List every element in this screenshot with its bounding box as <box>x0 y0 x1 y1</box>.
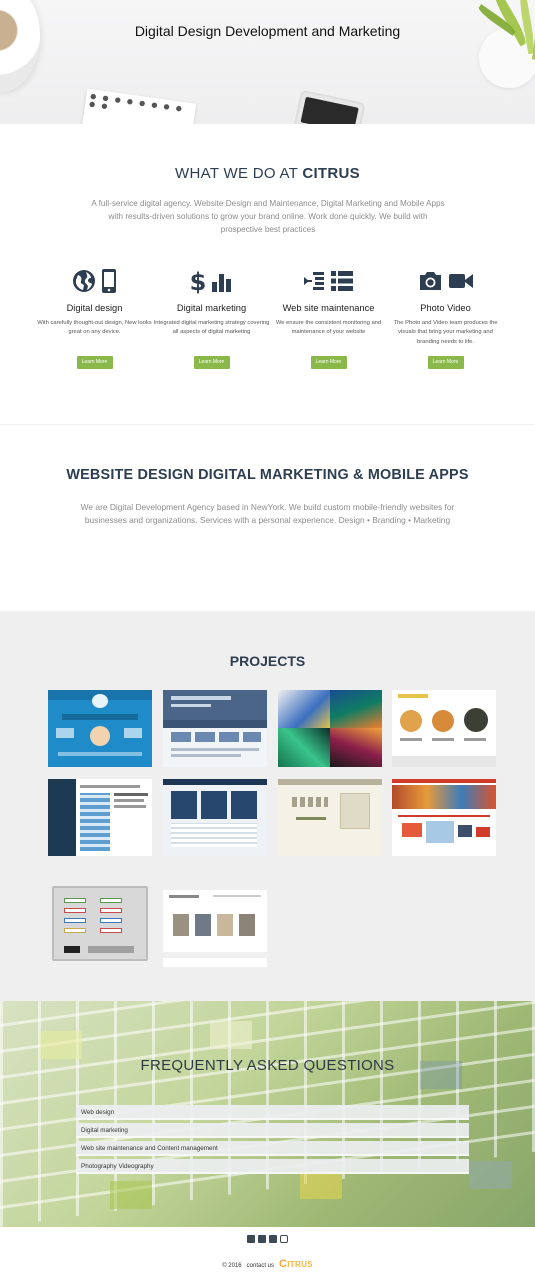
what-we-do-heading: WHAT WE DO AT CITRUS <box>175 165 360 182</box>
mobile-icon <box>102 269 116 293</box>
indent-icon <box>304 272 324 290</box>
service-description: We ensure the consistent monitoring and … <box>275 320 382 336</box>
service-description: The Photo and Video team produces the vi… <box>393 320 498 345</box>
video-icon <box>448 274 473 288</box>
learn-more-button[interactable]: Learn More <box>310 356 347 369</box>
project-thumbnail[interactable] <box>52 886 148 961</box>
learn-more-button[interactable]: Learn More <box>427 356 464 369</box>
faq-item[interactable]: Web site maintenance and Content managem… <box>76 1141 469 1156</box>
project-thumbnail[interactable] <box>48 779 152 856</box>
service-name: Photo Video <box>420 303 471 313</box>
globe-icon <box>73 270 95 292</box>
projects-heading: PROJECTS <box>229 653 306 669</box>
website-design-text: We are Digital Development Agency based … <box>80 502 455 525</box>
project-thumbnail[interactable] <box>392 690 496 767</box>
camera-icon <box>419 272 441 290</box>
social-links <box>0 1235 535 1243</box>
coffee-cup-image <box>0 0 40 92</box>
contact-us-link[interactable]: contact us <box>247 1263 274 1269</box>
project-thumbnail[interactable] <box>278 779 382 856</box>
copyright-text: © 2016 <box>222 1263 242 1269</box>
service-description: Integrated digital marketing strategy co… <box>153 320 270 336</box>
hero-title: Digital Design Development and Marketing <box>134 23 401 39</box>
project-thumbnail[interactable] <box>278 690 382 767</box>
faq-heading: FREQUENTLY ASKED QUESTIONS <box>140 1057 395 1074</box>
faq-item[interactable]: Digital marketing <box>76 1123 469 1138</box>
project-thumbnail[interactable] <box>392 779 496 856</box>
bar-chart-icon <box>212 274 231 292</box>
facebook-icon[interactable] <box>258 1235 266 1243</box>
what-we-do-intro: A full-service digital agency. Website D… <box>91 199 445 234</box>
list-icon <box>331 271 353 291</box>
plant-image <box>455 0 535 88</box>
svg-text:$: $ <box>190 268 206 294</box>
faq-item[interactable]: Photography Videography <box>76 1159 469 1174</box>
pinterest-icon[interactable] <box>269 1235 277 1243</box>
brand-name: CITRUS <box>302 165 360 182</box>
service-photo-video: Photo Video The Photo and Video team pro… <box>387 268 504 369</box>
website-design-section: WEBSITE DESIGN DIGITAL MARKETING & MOBIL… <box>0 425 535 611</box>
service-web-maintenance: Web site maintenance We ensure the consi… <box>270 268 387 369</box>
phone-image <box>292 89 366 124</box>
services-row: Digital design With carefully thought-ou… <box>36 268 504 369</box>
service-digital-marketing: $ Digital marketing Integrated digital m… <box>153 268 270 369</box>
service-description: With carefully thought-out design, New l… <box>37 320 152 336</box>
service-digital-design: Digital design With carefully thought-ou… <box>36 268 153 369</box>
faq-section: FREQUENTLY ASKED QUESTIONS Web design Di… <box>0 1001 535 1227</box>
project-thumbnail[interactable] <box>163 890 267 967</box>
project-thumbnail[interactable] <box>163 779 267 856</box>
footer-copyright-line: © 2016 contact us CITRUS <box>0 1258 535 1270</box>
learn-more-button[interactable]: Learn More <box>193 356 230 369</box>
service-name: Digital design <box>66 303 123 313</box>
faq-item[interactable]: Web design <box>76 1105 469 1120</box>
service-name: Digital marketing <box>176 303 247 313</box>
projects-section: PROJECTS <box>0 611 535 1001</box>
instagram-icon[interactable] <box>280 1235 288 1243</box>
notebook-image: ● ● ● ● ● ● ● ● ● ● <box>81 88 197 124</box>
citrus-logo[interactable]: CITRUS <box>279 1258 313 1270</box>
project-thumbnail[interactable] <box>48 690 152 767</box>
twitter-icon[interactable] <box>247 1235 255 1243</box>
dollar-icon: $ <box>190 268 206 294</box>
hero-banner: ● ● ● ● ● ● ● ● ● ● Digital Design Devel… <box>0 0 535 124</box>
learn-more-button[interactable]: Learn More <box>76 356 113 369</box>
website-design-heading: WEBSITE DESIGN DIGITAL MARKETING & MOBIL… <box>66 467 469 483</box>
what-we-do-section: WHAT WE DO AT CITRUS A full-service digi… <box>0 124 535 424</box>
service-name: Web site maintenance <box>282 303 375 313</box>
faq-list: Web design Digital marketing Web site ma… <box>76 1105 469 1177</box>
footer: © 2016 contact us CITRUS <box>0 1227 535 1280</box>
project-thumbnail[interactable] <box>163 690 267 767</box>
